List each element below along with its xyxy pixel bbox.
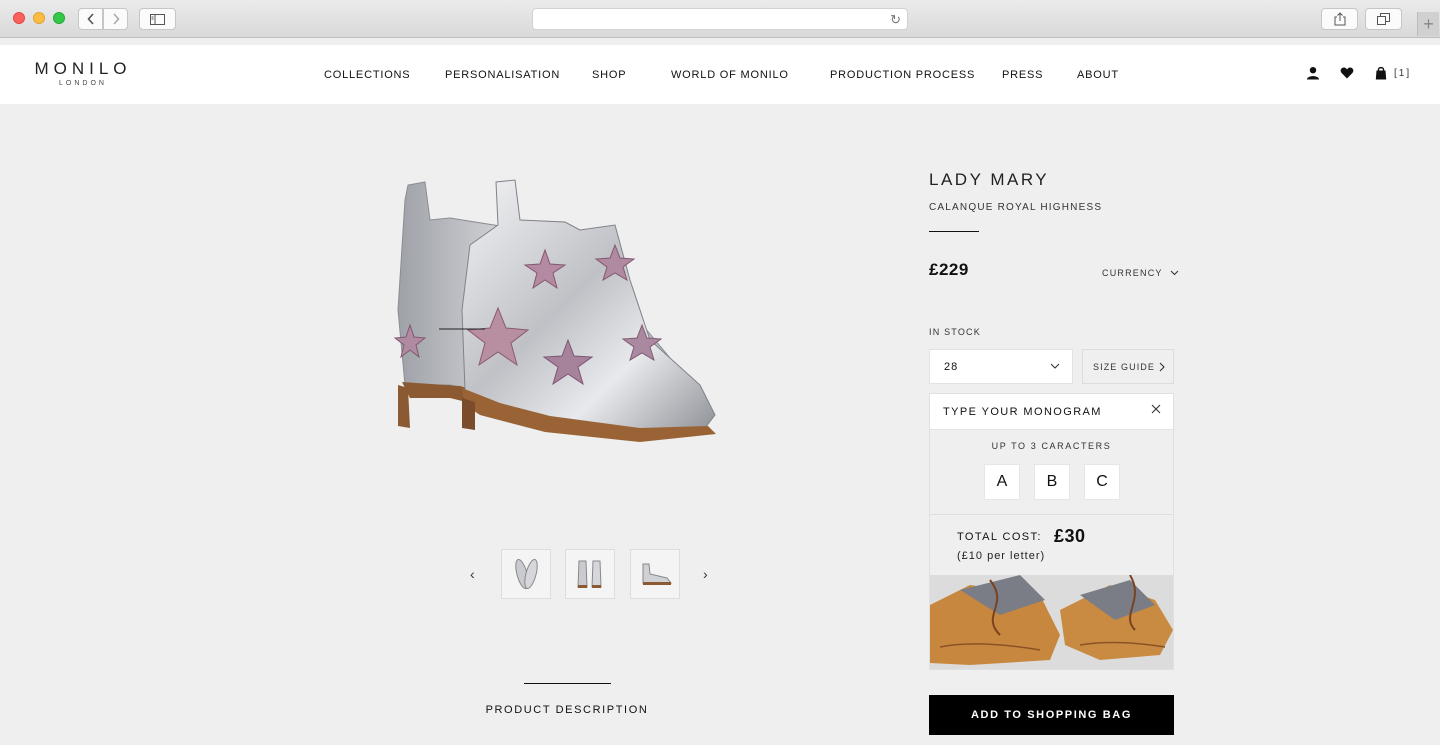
thumbnail-3[interactable] <box>630 549 680 599</box>
show-tabs-button[interactable] <box>1365 8 1402 30</box>
gallery-next-button[interactable]: › <box>703 566 708 582</box>
site-header: MONILO LONDON COLLECTIONS PERSONALISATIO… <box>0 45 1440 104</box>
title-divider <box>929 231 979 232</box>
share-button[interactable] <box>1321 8 1358 30</box>
account-icon[interactable] <box>1306 66 1320 80</box>
brand-logo[interactable]: MONILO LONDON <box>30 59 136 87</box>
nav-shop[interactable]: SHOP <box>592 69 626 81</box>
new-tab-button[interactable]: + <box>1417 12 1439 36</box>
per-letter-price: (£10 per letter) <box>957 550 1046 562</box>
currency-selector[interactable]: CURRENCY <box>1102 268 1179 278</box>
gallery-prev-button[interactable]: ‹ <box>470 566 475 582</box>
shoe-back-view-thumb <box>577 560 602 588</box>
forward-button[interactable] <box>103 8 128 30</box>
browser-toolbar: ↻ + <box>0 0 1440 38</box>
share-icon <box>1334 12 1345 26</box>
nav-personalisation[interactable]: PERSONALISATION <box>445 69 560 81</box>
chevron-down-icon <box>1170 270 1179 276</box>
product-description-tab[interactable]: PRODUCT DESCRIPTION <box>440 704 694 716</box>
nav-about[interactable]: ABOUT <box>1077 69 1119 81</box>
shopping-bag-icon[interactable] <box>1374 66 1388 80</box>
size-guide-button[interactable]: SIZE GUIDE <box>1082 349 1174 384</box>
total-cost-value: £30 <box>1054 526 1086 546</box>
nav-collections[interactable]: COLLECTIONS <box>324 69 410 81</box>
currency-label: CURRENCY <box>1102 268 1163 278</box>
size-select[interactable]: 28 <box>929 349 1073 384</box>
back-button[interactable] <box>78 8 103 30</box>
cart-count[interactable]: [1] <box>1394 68 1411 79</box>
total-cost-label: TOTAL COST: <box>957 531 1042 543</box>
thumbnail-1[interactable] <box>501 549 551 599</box>
thumbnail-2[interactable] <box>565 549 615 599</box>
close-window-button[interactable] <box>13 12 25 24</box>
monogram-letter-1[interactable]: A <box>984 464 1020 500</box>
chevron-down-icon <box>1050 363 1060 369</box>
stock-status: IN STOCK <box>929 327 981 337</box>
product-title: LADY MARY <box>929 170 1050 189</box>
monogram-hint: UP TO 3 CARACTERS <box>991 441 1112 451</box>
nav-world-of-monilo[interactable]: WORLD OF MONILO <box>671 69 789 81</box>
product-price: £229 <box>929 260 969 279</box>
logo-wordmark: MONILO <box>34 59 132 78</box>
chevron-left-icon <box>86 13 94 25</box>
chevron-right-icon <box>112 13 120 25</box>
add-to-bag-button[interactable]: ADD TO SHOPPING BAG <box>929 695 1174 735</box>
tabs-icon <box>1377 13 1390 25</box>
size-guide-label: SIZE GUIDE <box>1093 362 1156 372</box>
monogram-panel: TYPE YOUR MONOGRAM UP TO 3 CARACTERS A B… <box>929 393 1174 670</box>
monogram-letter-3[interactable]: C <box>1084 464 1120 500</box>
monogram-example-image <box>930 575 1173 669</box>
monogram-divider <box>930 514 1173 515</box>
shoe-side-view-thumb <box>642 563 673 585</box>
shoe-top-view-thumb <box>515 558 538 590</box>
sidebar-toggle-button[interactable] <box>139 8 176 30</box>
monogram-input[interactable]: TYPE YOUR MONOGRAM <box>930 394 1173 430</box>
product-subtitle: CALANQUE ROYAL HIGHNESS <box>929 202 1103 213</box>
minimize-window-button[interactable] <box>33 12 45 24</box>
zoom-window-button[interactable] <box>53 12 65 24</box>
wishlist-heart-icon[interactable] <box>1340 66 1354 80</box>
sidebar-icon <box>150 13 165 25</box>
nav-production-process[interactable]: PRODUCTION PROCESS <box>830 69 975 81</box>
logo-subline: LONDON <box>59 80 107 87</box>
description-divider <box>524 683 611 684</box>
address-bar[interactable]: ↻ <box>532 8 908 30</box>
nav-press[interactable]: PRESS <box>1002 69 1043 81</box>
plus-icon: + <box>1423 13 1434 34</box>
size-value: 28 <box>944 361 959 373</box>
monogram-letter-2[interactable]: B <box>1034 464 1070 500</box>
reload-icon[interactable]: ↻ <box>890 12 901 28</box>
product-main-image[interactable] <box>350 160 820 470</box>
chevron-right-icon <box>1159 362 1165 372</box>
close-icon[interactable] <box>1151 404 1161 414</box>
monogram-input-placeholder: TYPE YOUR MONOGRAM <box>943 406 1102 418</box>
